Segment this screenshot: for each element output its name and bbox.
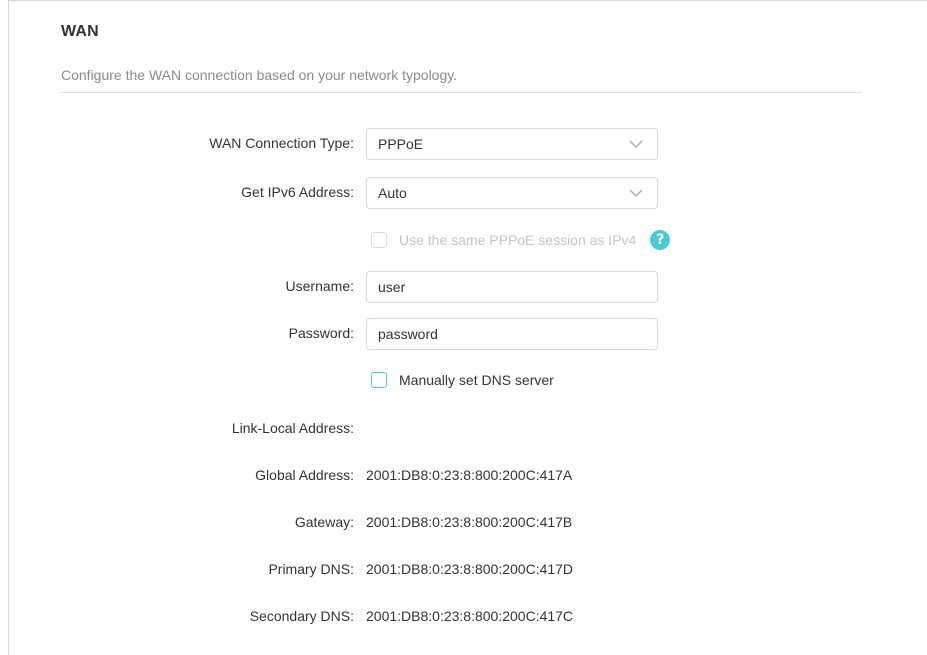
link-local-label: Link-Local Address: [231, 420, 354, 436]
help-icon[interactable]: ? [650, 230, 671, 250]
secondary-dns-row: Secondary DNS: 2001:DB8:0:23:8:800:200C:… [9, 601, 927, 631]
section-title: WAN [61, 23, 99, 40]
ipv6-address-row: Get IPv6 Address: Auto [9, 177, 927, 209]
link-local-row: Link-Local Address: [9, 413, 927, 443]
section-divider [61, 92, 862, 93]
gateway-label: Gateway: [294, 514, 354, 530]
password-row: Password: [9, 318, 927, 350]
manual-dns-checkbox[interactable] [371, 372, 387, 388]
section-description: Configure the WAN connection based on yo… [61, 67, 458, 83]
connection-type-value: PPPoE [378, 136, 424, 152]
same-session-option: Use the same PPPoE session as IPv4 ? [371, 230, 671, 250]
primary-dns-row: Primary DNS: 2001:DB8:0:23:8:800:200C:41… [9, 554, 927, 584]
secondary-dns-value: 2001:DB8:0:23:8:800:200C:417C [366, 608, 574, 624]
password-input[interactable] [366, 318, 658, 350]
secondary-dns-label: Secondary DNS: [249, 608, 354, 624]
password-label: Password: [288, 325, 354, 341]
same-session-checkbox[interactable] [371, 232, 387, 248]
connection-type-select[interactable]: PPPoE [366, 128, 658, 160]
global-address-row: Global Address: 2001:DB8:0:23:8:800:200C… [9, 460, 927, 490]
primary-dns-label: Primary DNS: [268, 561, 354, 577]
manual-dns-label: Manually set DNS server [399, 372, 554, 388]
gateway-row: Gateway: 2001:DB8:0:23:8:800:200C:417B [9, 507, 927, 537]
chevron-down-icon [629, 189, 643, 198]
username-input[interactable] [366, 271, 658, 303]
chevron-down-icon [629, 140, 643, 149]
connection-type-row: WAN Connection Type: PPPoE [9, 128, 927, 160]
manual-dns-option: Manually set DNS server [371, 370, 554, 390]
global-address-label: Global Address: [255, 467, 354, 483]
connection-type-label: WAN Connection Type: [209, 135, 354, 151]
username-label: Username: [285, 278, 354, 294]
username-row: Username: [9, 271, 927, 303]
wan-panel: WAN Configure the WAN connection based o… [8, 0, 927, 655]
global-address-value: 2001:DB8:0:23:8:800:200C:417A [366, 467, 573, 483]
ipv6-address-select[interactable]: Auto [366, 177, 658, 209]
same-session-label: Use the same PPPoE session as IPv4 [399, 232, 637, 248]
gateway-value: 2001:DB8:0:23:8:800:200C:417B [366, 514, 573, 530]
primary-dns-value: 2001:DB8:0:23:8:800:200C:417D [366, 561, 574, 577]
ipv6-address-label: Get IPv6 Address: [241, 184, 354, 200]
ipv6-address-value: Auto [378, 185, 407, 201]
